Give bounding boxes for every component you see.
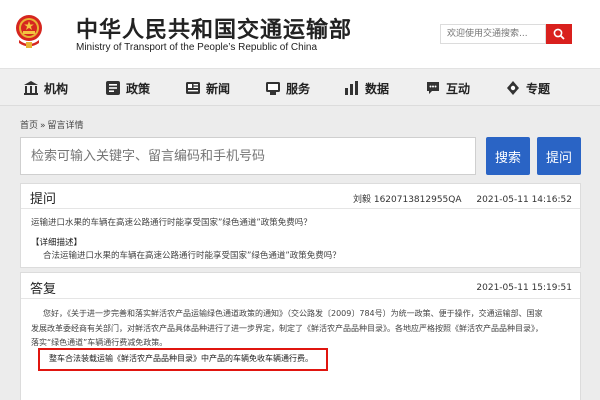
nav-label: 互动 <box>446 81 471 96</box>
answer-line-2: 发展改革委经商有关部门，对鲜活农产品具体品种进行了进一步界定，制定了《鲜活农产品… <box>31 324 543 333</box>
nav-label: 服务 <box>286 81 311 96</box>
message-search-input[interactable] <box>20 137 476 175</box>
nav-label: 数据 <box>365 81 390 96</box>
question-code: 1620713812955QA <box>373 195 462 205</box>
site-title: 中华人民共和国交通运输部 <box>76 18 353 43</box>
question-heading: 提问 <box>30 192 57 207</box>
nav-item-policy[interactable]: 政策 <box>106 79 150 97</box>
data-chart-icon <box>345 81 358 95</box>
site-header: 中华人民共和国交通运输部 Ministry of Transport of th… <box>0 0 600 68</box>
breadcrumb: 首页» 留言详情 <box>20 118 86 131</box>
nav-item-interaction[interactable]: 互动 <box>426 79 470 97</box>
answer-heading: 答复 <box>30 282 57 297</box>
answer-panel: 答复 2021-05-11 15:19:51 您好，《关于进一步完善和落实鲜活农… <box>20 272 581 400</box>
topic-icon <box>507 81 519 95</box>
answer-highlighted-text: 整车合法装载运输《鲜活农产品品种目录》中产品的车辆免收车辆通行费。 <box>49 354 313 363</box>
question-author: 刘毅 <box>352 195 371 205</box>
nav-item-topics[interactable]: 专题 <box>506 79 550 97</box>
site-subtitle: Ministry of Transport of the People’s Re… <box>76 42 318 53</box>
question-detail: 合法运输进口水果的车辆在高速公路通行时能享受国家”绿色通道”政策免费吗？ <box>43 251 341 261</box>
question-summary: 运输进口水果的车辆在高速公路通行时能享受国家”绿色通道”政策免费吗？ <box>31 218 312 228</box>
question-timestamp: 2021-05-11 14:16:52 <box>476 195 572 205</box>
nav-label: 机构 <box>44 81 69 96</box>
breadcrumb-home-link[interactable]: 首页 <box>20 121 38 131</box>
chat-icon <box>427 82 439 94</box>
question-panel: 提问 刘毅 1620713812955QA 2021-05-11 14:16:5… <box>20 183 581 268</box>
news-icon <box>186 82 200 94</box>
policy-icon <box>106 81 120 95</box>
ask-question-button[interactable]: 提问 <box>537 137 581 175</box>
nav-item-service[interactable]: 服务 <box>266 79 310 97</box>
answer-line-1: 您好，《关于进一步完善和落实鲜活农产品运输绿色通道政策的通知》（交公路发〔200… <box>43 309 543 318</box>
answer-panel-header: 答复 2021-05-11 15:19:51 <box>21 273 580 299</box>
building-icon <box>24 81 38 95</box>
question-meta: 刘毅 1620713812955QA 2021-05-11 14:16:52 <box>353 192 572 205</box>
question-panel-header: 提问 刘毅 1620713812955QA 2021-05-11 14:16:5… <box>21 184 580 209</box>
nav-label: 专题 <box>526 81 551 96</box>
national-emblem-icon <box>16 15 42 48</box>
nav-item-institutions[interactable]: 机构 <box>24 79 68 97</box>
detail-label: 【详细描述】 <box>31 238 83 248</box>
breadcrumb-current: 留言详情 <box>47 121 84 131</box>
nav-item-news[interactable]: 新闻 <box>186 79 230 97</box>
nav-label: 政策 <box>126 81 151 96</box>
site-search-button[interactable] <box>546 24 572 44</box>
search-button[interactable]: 搜索 <box>486 137 530 175</box>
nav-item-data[interactable]: 数据 <box>345 79 389 97</box>
search-icon <box>553 28 565 40</box>
breadcrumb-separator: » <box>40 121 46 131</box>
service-icon <box>266 82 280 95</box>
main-nav: 机构 政策 新闻 服务 数据 互动 专题 <box>0 68 600 106</box>
site-search-input[interactable] <box>440 24 546 44</box>
nav-label: 新闻 <box>206 81 231 96</box>
answer-timestamp: 2021-05-11 15:19:51 <box>476 283 572 293</box>
